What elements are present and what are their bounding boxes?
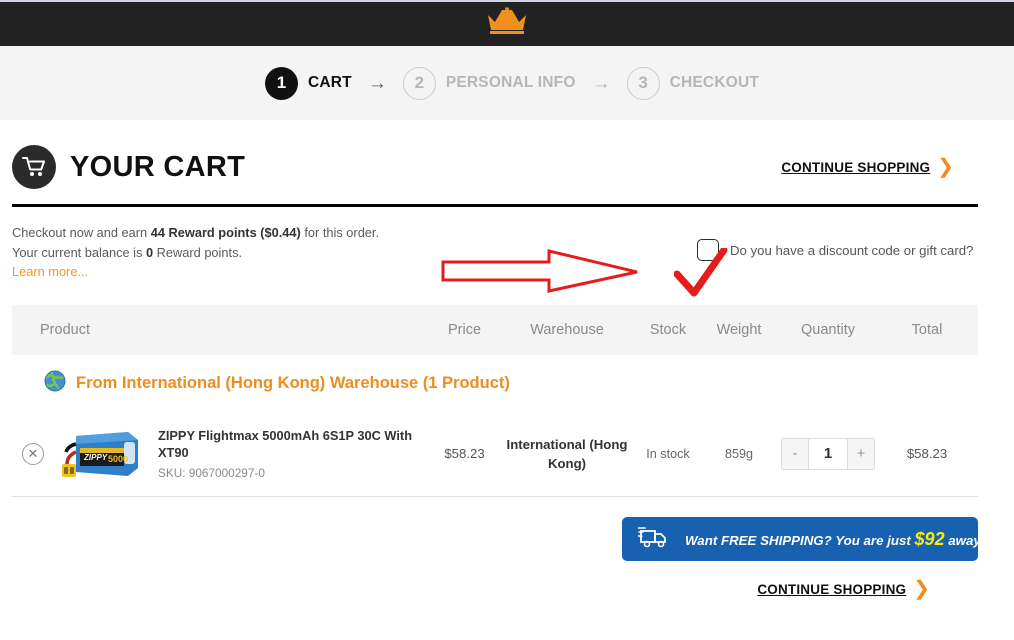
site-header [0,0,1014,46]
remove-circle-icon[interactable]: ✕ [22,442,44,465]
cart-title-group: YOUR CART [12,145,245,189]
quantity-decrement-button[interactable]: - [782,438,809,469]
reward-points-info: Checkout now and earn 44 Reward points (… [12,223,442,282]
reward-earn-line: Checkout now and earn 44 Reward points (… [12,223,442,243]
column-header-quantity: Quantity [801,322,855,338]
reward-balance-line: Your current balance is 0 Reward points. [12,243,442,263]
cart-page: YOUR CART CONTINUE SHOPPING ❯ Checkout n… [0,120,990,599]
rewards-and-discount-row: Checkout now and earn 44 Reward points (… [12,207,978,297]
svg-text:ZIPPY: ZIPPY [83,453,108,462]
product-stock: In stock [646,446,690,461]
continue-shopping-link-top[interactable]: CONTINUE SHOPPING ❯ [781,157,954,177]
step-personal-info-label: PERSONAL INFO [445,74,576,91]
reward-earn-post: for this order. [300,225,380,240]
product-sku: SKU: 9067000297-0 [158,466,265,480]
quantity-input[interactable]: 1 [809,438,847,469]
chevron-right-icon-bottom: ❯ [913,578,930,600]
product-name[interactable]: ZIPPY Flightmax 5000mAh 6S1P 30C With XT… [158,427,413,461]
footer-links-row: CONTINUE SHOPPING ❯ [12,561,978,599]
free-shipping-banner[interactable]: Want FREE SHIPPING? You are just $92 awa… [622,517,989,561]
step-cart-badge: 1 [264,66,298,100]
delivery-truck-icon [637,525,670,554]
product-line-total: $58.23 [906,446,948,461]
checkout-steps: 1 CART → 2 PERSONAL INFO → 3 CHECKOUT [264,66,760,100]
window-top-edge [0,0,1014,2]
step-checkout-badge: 3 [626,66,660,100]
product-price: $58.23 [444,446,485,461]
step-arrow-1: → [367,72,387,94]
globe-icon [44,370,66,397]
reward-earn-amount: 44 Reward points ($0.44) [150,225,301,240]
svg-text:5000: 5000 [108,454,128,464]
discount-checkbox[interactable] [697,239,719,261]
step-checkout[interactable]: 3 CHECKOUT [626,66,760,100]
product-weight: 859g [724,446,754,461]
reward-earn-pre: Checkout now and earn [12,225,151,240]
table-row: ✕ ZIPPY 5000 ZIPPY Flightmax 5000mAh 6S1… [12,411,978,497]
step-checkout-label: CHECKOUT [669,74,760,91]
product-text-group: ZIPPY Flightmax 5000mAh 6S1P 30C With XT… [158,427,413,480]
product-cell: ✕ ZIPPY 5000 ZIPPY Flightmax 5000mAh 6S1… [12,425,427,482]
free-shipping-text-pre: Want FREE SHIPPING? You are just [685,532,915,548]
column-header-stock: Stock [649,322,687,338]
column-header-total: Total [911,322,943,338]
step-arrow-2: → [591,72,611,94]
shopping-cart-icon [12,145,56,189]
product-thumbnail[interactable]: ZIPPY 5000 [58,425,142,482]
quantity-increment-button[interactable]: + [847,438,874,469]
discount-checkbox-label: Do you have a discount code or gift card… [730,242,974,258]
checkout-steps-bar: 1 CART → 2 PERSONAL INFO → 3 CHECKOUT [0,46,1014,120]
crown-icon[interactable] [484,7,530,40]
step-cart[interactable]: 1 CART [264,66,352,100]
column-header-warehouse: Warehouse [530,322,604,338]
product-warehouse: International (Hong Kong) [506,436,628,471]
quantity-cell: - 1 + [774,437,882,470]
cart-table-header: Product Price Warehouse Stock Weight Qua… [12,305,978,355]
step-cart-label: CART [307,74,352,91]
column-header-product: Product [40,322,90,338]
warehouse-group-row: From International (Hong Kong) Warehouse… [12,355,978,411]
step-personal-info[interactable]: 2 PERSONAL INFO [402,66,576,100]
column-header-price: Price [447,322,482,338]
shipping-banner-row: Want FREE SHIPPING? You are just $92 awa… [12,497,989,561]
cart-header-row: YOUR CART CONTINUE SHOPPING ❯ [12,120,978,198]
free-shipping-text-post: away ! [944,532,989,548]
chevron-right-icon: ❯ [937,156,954,178]
continue-shopping-link-bottom[interactable]: CONTINUE SHOPPING ❯ [757,579,930,599]
reward-balance-pre: Your current balance is [12,244,146,260]
quantity-stepper[interactable]: - 1 + [781,437,875,470]
continue-shopping-label-top: CONTINUE SHOPPING [781,159,931,175]
step-personal-info-badge: 2 [402,66,436,100]
learn-more-link[interactable]: Learn more... [12,262,442,282]
discount-code-toggle[interactable]: Do you have a discount code or gift card… [697,239,973,261]
free-shipping-text: Want FREE SHIPPING? You are just $92 awa… [685,529,989,550]
reward-balance-post: Reward points. [153,244,243,260]
page-title: YOUR CART [70,150,246,183]
column-header-weight: Weight [716,322,762,338]
free-shipping-amount: $92 [914,528,945,549]
continue-shopping-label-bottom: CONTINUE SHOPPING [757,581,907,597]
warehouse-group-title: From International (Hong Kong) Warehouse… [76,373,510,392]
